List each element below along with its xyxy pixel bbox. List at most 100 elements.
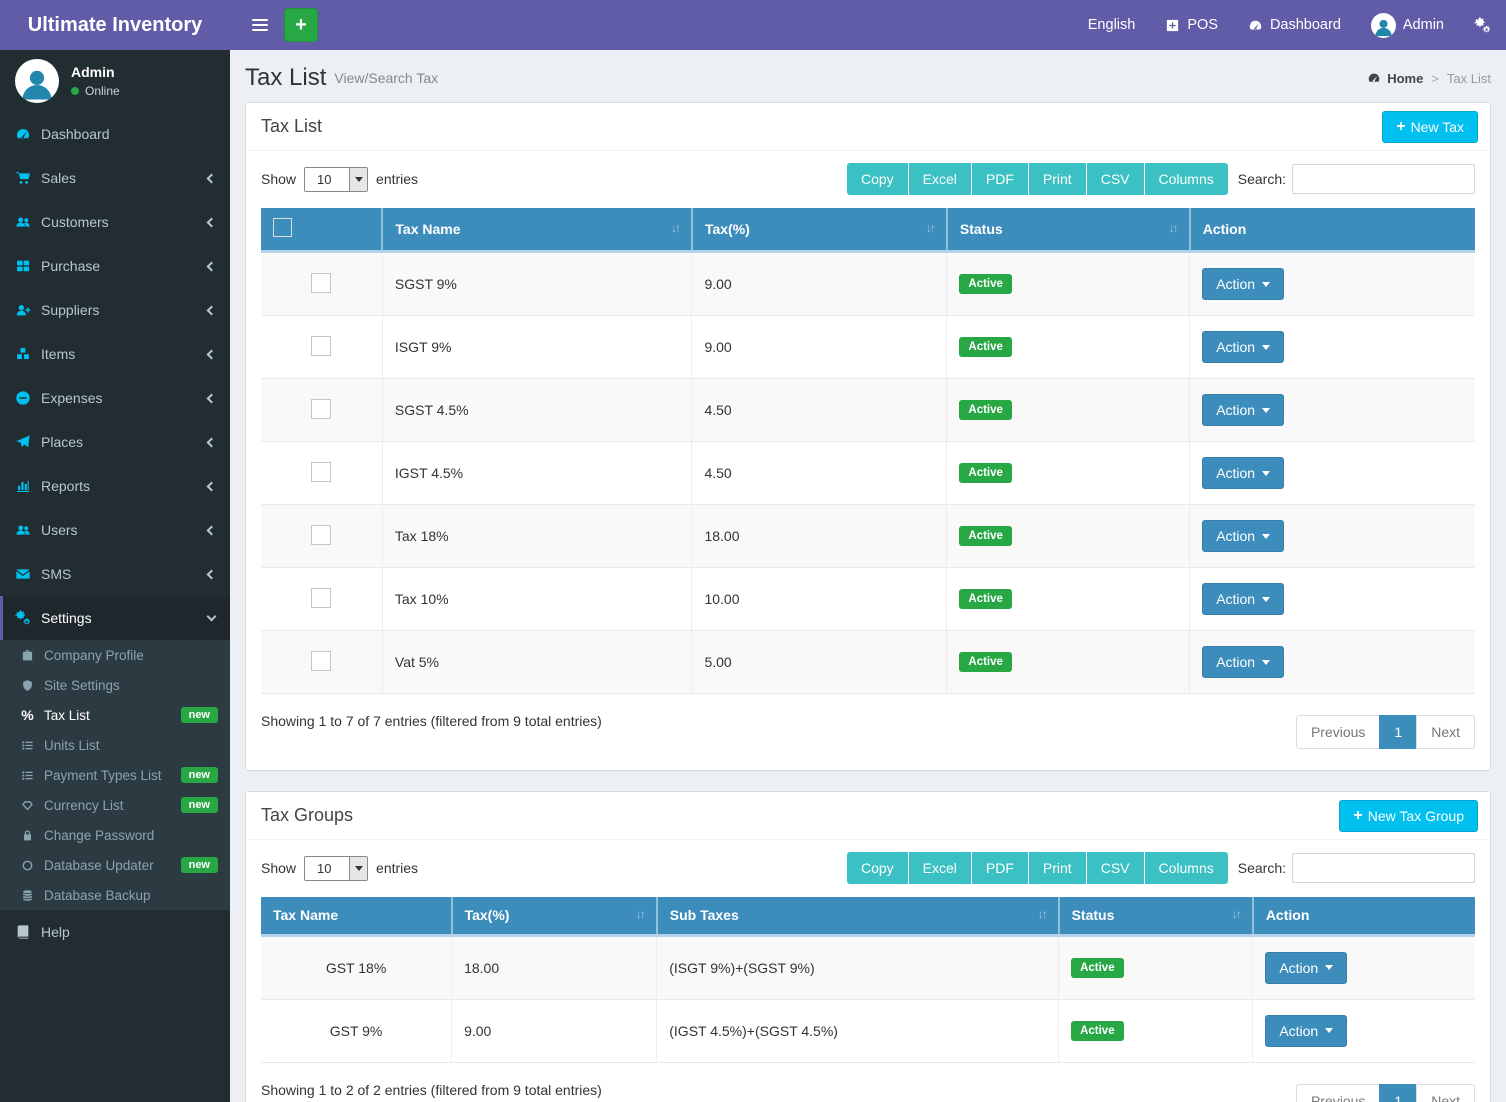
- print-button[interactable]: Print: [1029, 163, 1087, 195]
- row-checkbox[interactable]: [311, 588, 331, 608]
- previous-page-button[interactable]: Previous: [1296, 715, 1380, 749]
- sidebar-item-sms[interactable]: SMS: [0, 552, 230, 596]
- tax-list-box-header: Tax List +New Tax: [246, 103, 1490, 151]
- row-checkbox[interactable]: [311, 336, 331, 356]
- tax-percent-cell: 9.00: [692, 252, 947, 316]
- table-summary: Showing 1 to 7 of 7 entries (filtered fr…: [261, 707, 602, 729]
- sidebar-item-sales[interactable]: Sales: [0, 156, 230, 200]
- table-row: Tax 10% 10.00 Active Action: [261, 568, 1475, 631]
- column-header-status[interactable]: Status↓↑: [1059, 897, 1253, 935]
- next-page-button[interactable]: Next: [1416, 1084, 1475, 1102]
- sidebar-item-help[interactable]: Help: [0, 910, 230, 954]
- chevron-down-icon: [207, 612, 217, 622]
- print-button[interactable]: Print: [1029, 852, 1087, 884]
- excel-button[interactable]: Excel: [909, 163, 972, 195]
- column-header-tax-percent[interactable]: Tax(%)↓↑: [692, 208, 947, 252]
- column-header-status[interactable]: Status↓↑: [947, 208, 1190, 252]
- column-header-tax-name[interactable]: Tax Name: [261, 897, 452, 935]
- sidebar-item-customers[interactable]: Customers: [0, 200, 230, 244]
- sidebar-item-suppliers[interactable]: Suppliers: [0, 288, 230, 332]
- page-size-select[interactable]: 10: [304, 856, 368, 881]
- column-header-sub-taxes[interactable]: Sub Taxes↓↑: [657, 897, 1059, 935]
- person-icon: [15, 64, 59, 103]
- action-dropdown-button[interactable]: Action: [1202, 268, 1284, 300]
- sidebar-item-places[interactable]: Places: [0, 420, 230, 464]
- language-menu[interactable]: English: [1088, 17, 1136, 33]
- new-tax-group-button[interactable]: +New Tax Group: [1339, 800, 1478, 832]
- users-icon: [15, 214, 31, 230]
- new-tax-button[interactable]: +New Tax: [1382, 111, 1478, 143]
- brand-logo[interactable]: Ultimate Inventory: [0, 0, 230, 50]
- column-header-tax-percent[interactable]: Tax(%)↓↑: [452, 897, 657, 935]
- sidebar-item-reports[interactable]: Reports: [0, 464, 230, 508]
- sidebar-item-currency-list[interactable]: Currency Listnew: [0, 790, 230, 820]
- tax-percent-cell: 9.00: [692, 316, 947, 379]
- sidebar-item-users[interactable]: Users: [0, 508, 230, 552]
- breadcrumb-home-link[interactable]: Home: [1367, 71, 1423, 86]
- action-dropdown-button[interactable]: Action: [1202, 583, 1284, 615]
- action-dropdown-button[interactable]: Action: [1202, 457, 1284, 489]
- pdf-button[interactable]: PDF: [972, 163, 1029, 195]
- plus-square-icon: [1165, 18, 1180, 33]
- previous-page-button[interactable]: Previous: [1296, 1084, 1380, 1102]
- action-dropdown-button[interactable]: Action: [1202, 520, 1284, 552]
- sidebar-item-tax-list[interactable]: %Tax Listnew: [0, 700, 230, 730]
- sidebar-item-settings[interactable]: Settings: [0, 596, 230, 640]
- sidebar-item-change-password[interactable]: Change Password: [0, 820, 230, 850]
- select-all-checkbox[interactable]: [273, 218, 292, 237]
- sort-icon: ↓↑: [926, 221, 934, 235]
- dashboard-link[interactable]: Dashboard: [1248, 17, 1341, 33]
- user-menu[interactable]: Admin: [1371, 13, 1444, 38]
- sidebar-item-site-settings[interactable]: Site Settings: [0, 670, 230, 700]
- sidebar-item-database-backup[interactable]: Database Backup: [0, 880, 230, 910]
- status-badge: Active: [959, 400, 1012, 420]
- action-dropdown-button[interactable]: Action: [1202, 394, 1284, 426]
- row-checkbox[interactable]: [311, 525, 331, 545]
- row-checkbox[interactable]: [311, 399, 331, 419]
- caret-down-icon: [1325, 965, 1333, 974]
- row-checkbox[interactable]: [311, 651, 331, 671]
- action-dropdown-button[interactable]: Action: [1202, 646, 1284, 678]
- sidebar-item-purchase[interactable]: Purchase: [0, 244, 230, 288]
- columns-button[interactable]: Columns: [1145, 163, 1228, 195]
- caret-down-icon: [1325, 1028, 1333, 1037]
- row-checkbox[interactable]: [311, 462, 331, 482]
- excel-button[interactable]: Excel: [909, 852, 972, 884]
- row-checkbox[interactable]: [311, 273, 331, 293]
- sidebar-toggle-button[interactable]: [240, 0, 280, 50]
- sidebar-item-items[interactable]: Items: [0, 332, 230, 376]
- action-dropdown-button[interactable]: Action: [1265, 1015, 1347, 1047]
- tax-list-table: Tax Name↓↑ Tax(%)↓↑ Status↓↑ Action SGST…: [261, 208, 1475, 694]
- copy-button[interactable]: Copy: [847, 163, 909, 195]
- list-icon: [21, 739, 34, 752]
- cart-icon: [15, 170, 31, 186]
- cubes-icon: [15, 346, 31, 362]
- action-dropdown-button[interactable]: Action: [1202, 331, 1284, 363]
- sidebar-item-dashboard[interactable]: Dashboard: [0, 112, 230, 156]
- copy-button[interactable]: Copy: [847, 852, 909, 884]
- quick-add-button[interactable]: +: [284, 8, 318, 42]
- columns-button[interactable]: Columns: [1145, 852, 1228, 884]
- pdf-button[interactable]: PDF: [972, 852, 1029, 884]
- column-header-tax-name[interactable]: Tax Name↓↑: [382, 208, 692, 252]
- sidebar-item-expenses[interactable]: Expenses: [0, 376, 230, 420]
- page-1-button[interactable]: 1: [1379, 1084, 1417, 1102]
- sidebar-item-payment-types-list[interactable]: Payment Types Listnew: [0, 760, 230, 790]
- settings-menu[interactable]: [1474, 17, 1491, 34]
- page-1-button[interactable]: 1: [1379, 715, 1417, 749]
- csv-button[interactable]: CSV: [1087, 163, 1145, 195]
- pagination: Previous 1 Next: [1296, 1084, 1475, 1102]
- action-dropdown-button[interactable]: Action: [1265, 952, 1347, 984]
- csv-button[interactable]: CSV: [1087, 852, 1145, 884]
- pos-link[interactable]: POS: [1165, 17, 1218, 33]
- sidebar-item-company-profile[interactable]: Company Profile: [0, 640, 230, 670]
- caret-down-icon: [1262, 660, 1270, 669]
- tax-name-cell: ISGT 9%: [382, 316, 692, 379]
- next-page-button[interactable]: Next: [1416, 715, 1475, 749]
- search-input[interactable]: [1292, 164, 1475, 194]
- select-all-header[interactable]: [261, 208, 382, 252]
- search-input[interactable]: [1292, 853, 1475, 883]
- sidebar-item-units-list[interactable]: Units List: [0, 730, 230, 760]
- sidebar-item-database-updater[interactable]: Database Updaternew: [0, 850, 230, 880]
- page-size-select[interactable]: 10: [304, 167, 368, 192]
